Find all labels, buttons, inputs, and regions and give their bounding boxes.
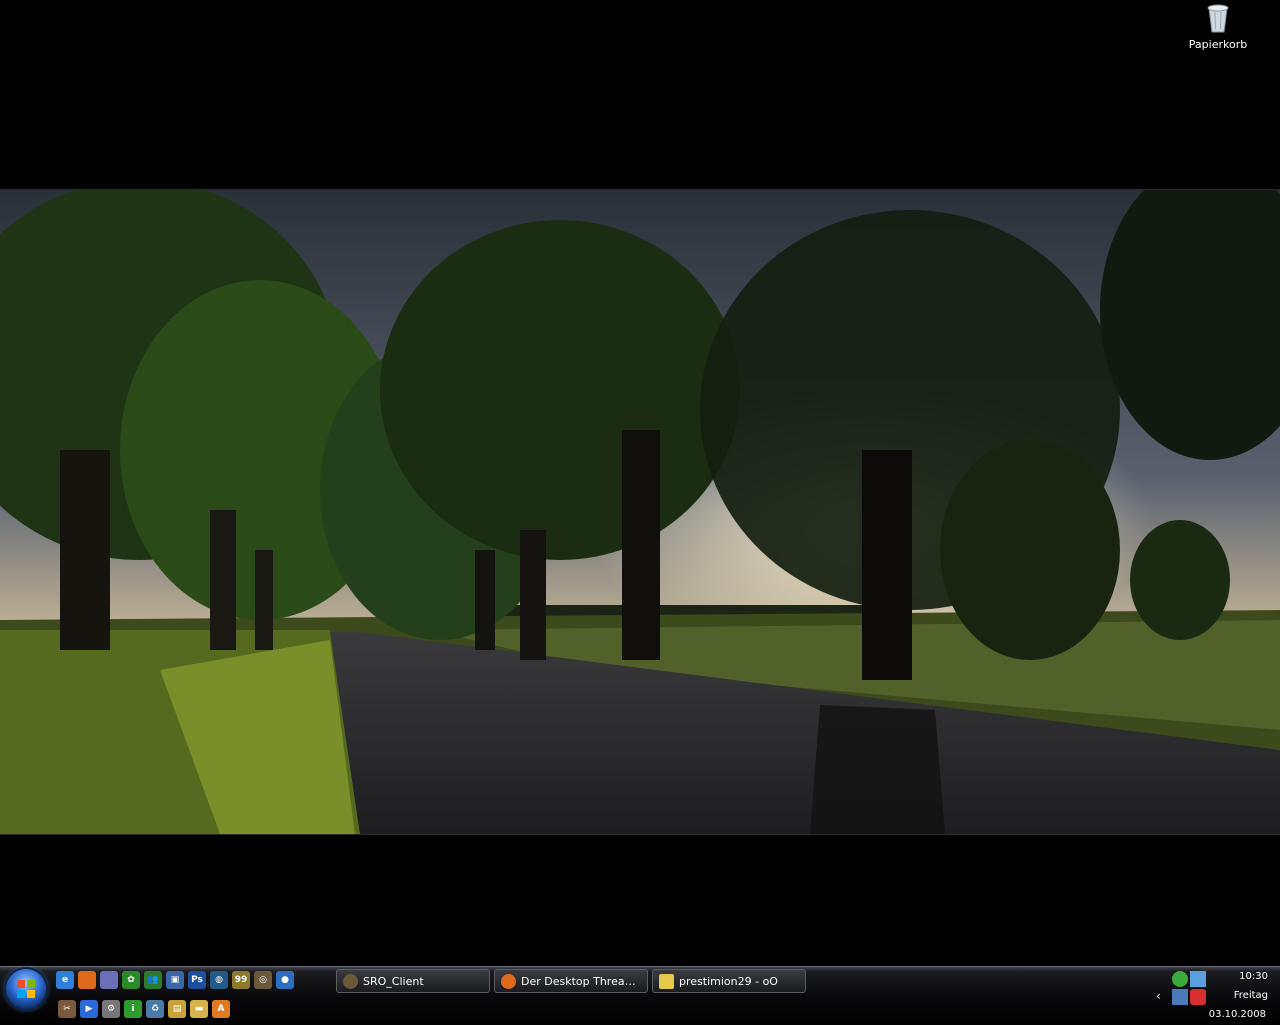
- task-button-sro-client[interactable]: SRO_Client: [336, 969, 490, 993]
- task-label: Der Desktop Thread - ...: [521, 974, 641, 988]
- desktop-icon-label: Papierkorb: [1188, 38, 1248, 51]
- clock-time[interactable]: 10:30: [1208, 971, 1268, 982]
- headset-icon[interactable]: [100, 971, 118, 989]
- firefox-icon: [501, 973, 516, 989]
- media-player-icon[interactable]: ▶: [80, 1000, 98, 1018]
- windows-logo-icon: [17, 980, 35, 998]
- cd-99-icon[interactable]: 99: [232, 971, 250, 989]
- start-button[interactable]: [6, 969, 46, 1009]
- recycle-small-icon[interactable]: ♻: [146, 1000, 164, 1018]
- ie-icon[interactable]: e: [56, 971, 74, 989]
- network-globe-icon[interactable]: ◍: [210, 971, 228, 989]
- photoshop-icon[interactable]: Ps: [188, 971, 206, 989]
- task-button-chat[interactable]: prestimion29 - oO: [652, 969, 806, 993]
- firefox-icon[interactable]: [78, 971, 96, 989]
- quick-launch-row-2: ✂ ▶ ⚙ i ♻ ▤ ▬ A: [58, 1000, 230, 1020]
- chat-note-icon: [659, 973, 674, 989]
- task-label: prestimion29 - oO: [679, 974, 778, 988]
- quick-launch-row-1: e ✿ 👥 ▣ Ps ◍ 99 ◎ ●: [56, 971, 294, 991]
- taskbar: e ✿ 👥 ▣ Ps ◍ 99 ◎ ● ✂ ▶ ⚙ i ♻ ▤ ▬ A SRO_Client Der Desk…: [0, 966, 1280, 1025]
- folder-icon[interactable]: ▬: [190, 1000, 208, 1018]
- icq-flower-icon[interactable]: ✿: [122, 971, 140, 989]
- settings-gear-icon[interactable]: ⚙: [102, 1000, 120, 1018]
- earth-globe-icon[interactable]: ●: [276, 971, 294, 989]
- antivirus-tray-icon[interactable]: [1190, 989, 1206, 1005]
- system-tray: ‹ 10:30 Freitag 03.10.2008: [1150, 967, 1280, 1025]
- computer-icon[interactable]: ▣: [166, 971, 184, 989]
- task-buttons: SRO_Client Der Desktop Thread - ... pres…: [336, 969, 806, 993]
- clock-date: 03.10.2008: [1208, 1009, 1266, 1020]
- tray-expand-chevron-icon[interactable]: ‹: [1156, 989, 1161, 1003]
- icq-tray-icon[interactable]: [1172, 971, 1188, 987]
- info-icon[interactable]: i: [124, 1000, 142, 1018]
- network-tray-icon[interactable]: [1190, 971, 1206, 987]
- desktop-icon-recycle-bin[interactable]: Papierkorb: [1184, 2, 1252, 51]
- task-button-firefox[interactable]: Der Desktop Thread - ...: [494, 969, 648, 993]
- folder-files-icon[interactable]: ▤: [168, 1000, 186, 1018]
- clock-weekday: Freitag: [1233, 990, 1268, 1001]
- avast-icon[interactable]: A: [212, 1000, 230, 1018]
- recycle-bin-icon: [1203, 2, 1233, 34]
- game-client-icon[interactable]: ◎: [254, 971, 272, 989]
- game-client-icon: [343, 973, 358, 989]
- task-label: SRO_Client: [363, 974, 424, 988]
- tools-icon[interactable]: ✂: [58, 1000, 76, 1018]
- messenger-icon[interactable]: 👥: [144, 971, 162, 989]
- wallpaper-image: [0, 189, 1280, 835]
- desktop: Papierkorb: [0, 0, 1280, 966]
- connection-tray-icon[interactable]: [1172, 989, 1188, 1005]
